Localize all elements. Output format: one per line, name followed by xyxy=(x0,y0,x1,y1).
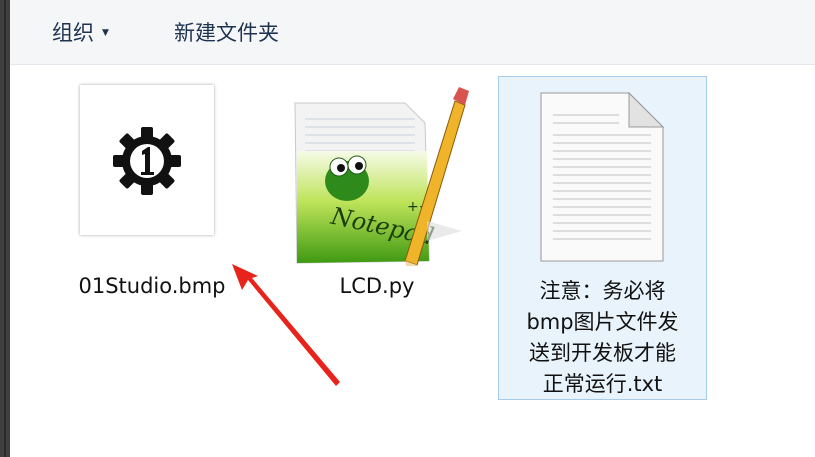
file-name-label: 注意：务必将 bmp图片文件发 送到开发板才能 正常运行.txt xyxy=(499,276,706,400)
file-name-line: 注意：务必将 xyxy=(539,279,666,303)
new-folder-label: 新建文件夹 xyxy=(174,21,279,45)
file-name-line: 送到开发板才能 xyxy=(529,341,676,365)
file-list: 01Studio.bmp Notepad ++ LCD.py 注意：务必将 bm… xyxy=(10,65,815,457)
explorer-toolbar: 组织 ▼ 新建文件夹 xyxy=(10,0,815,65)
file-name-line: bmp图片文件发 xyxy=(526,310,679,334)
notepad-plus-plus-icon: Notepad ++ xyxy=(294,87,469,266)
new-folder-button[interactable]: 新建文件夹 xyxy=(174,20,279,46)
caret-down-icon: ▼ xyxy=(102,28,109,38)
organize-button[interactable]: 组织 ▼ xyxy=(52,20,109,46)
file-item-notice-txt[interactable]: 注意：务必将 bmp图片文件发 送到开发板才能 正常运行.txt xyxy=(498,76,707,400)
file-name-line: 正常运行.txt xyxy=(542,372,663,396)
file-item-lcd-py[interactable]: Notepad ++ LCD.py xyxy=(282,81,472,311)
file-item-01studio-bmp[interactable]: 01Studio.bmp xyxy=(62,81,242,311)
gear-icon xyxy=(113,127,181,195)
window-left-edge xyxy=(0,0,10,457)
text-document-icon xyxy=(540,91,665,262)
file-name-label: LCD.py xyxy=(339,274,415,298)
file-name-label: 01Studio.bmp xyxy=(78,274,226,298)
bmp-thumbnail xyxy=(80,85,214,235)
organize-label: 组织 xyxy=(52,21,94,45)
